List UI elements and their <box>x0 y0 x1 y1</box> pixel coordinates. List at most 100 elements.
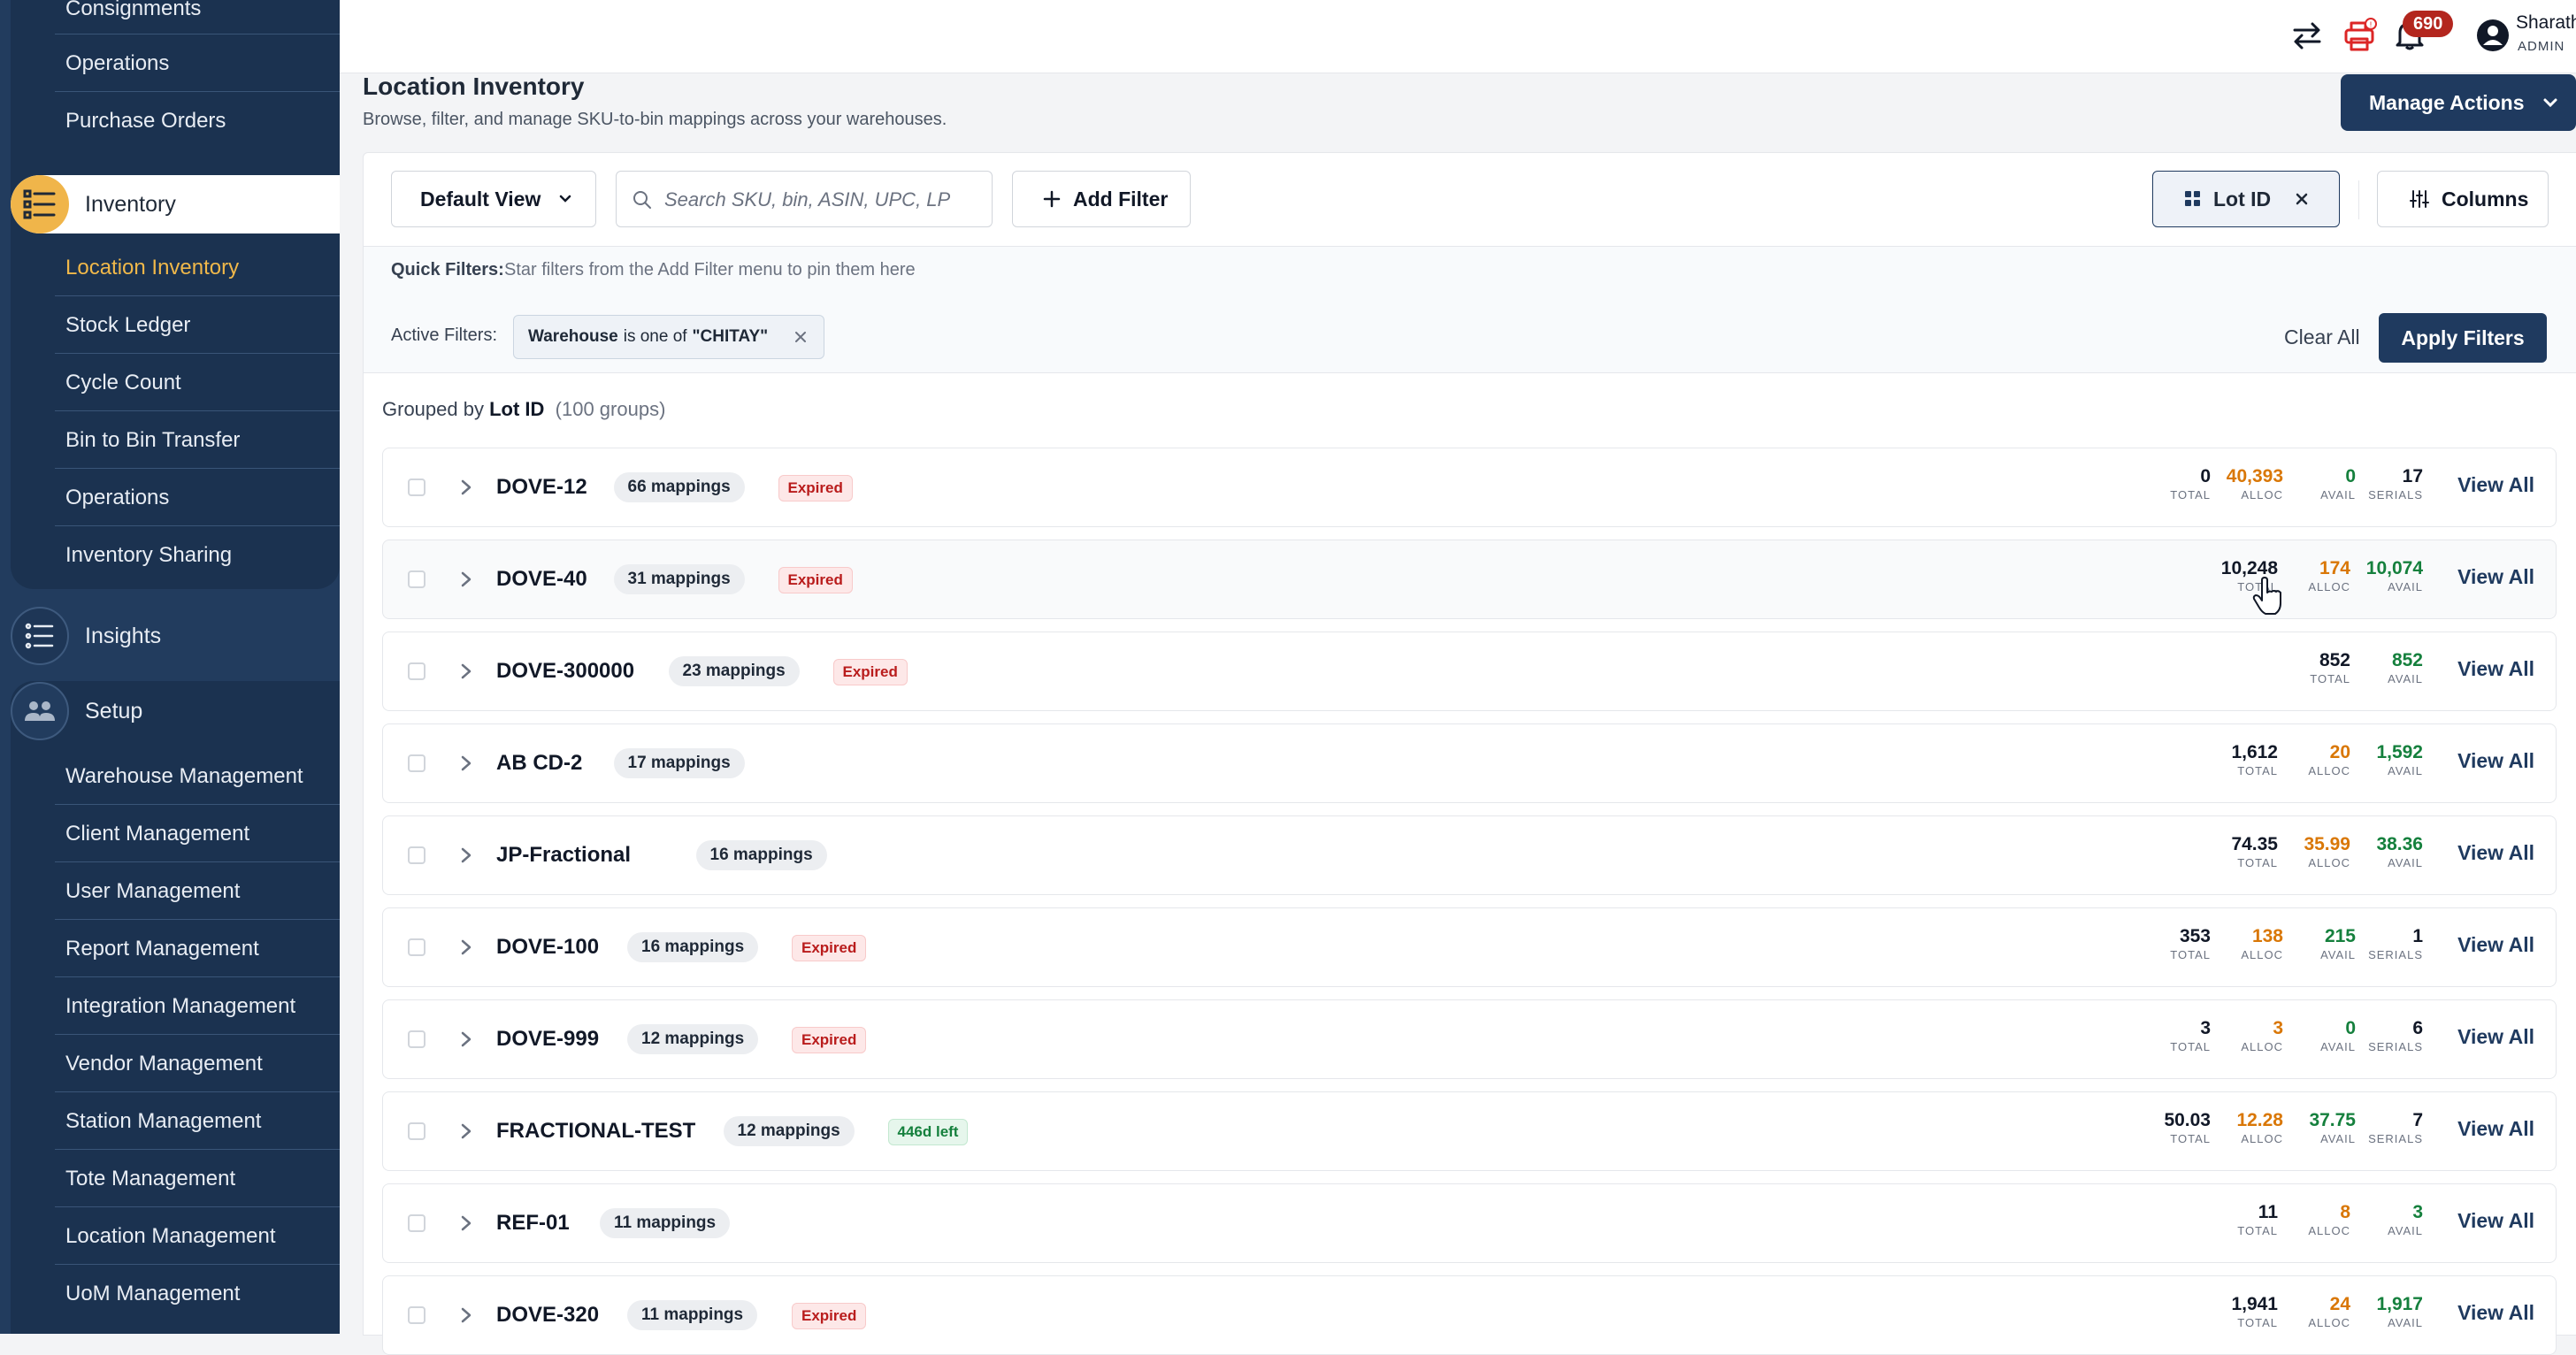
close-icon[interactable] <box>2296 193 2308 205</box>
apply-filters-button[interactable]: Apply Filters <box>2379 313 2547 363</box>
sidebar-item-location-management[interactable]: Location Management <box>65 1219 276 1254</box>
sidebar-divider <box>55 353 340 354</box>
chevron-right-icon[interactable] <box>454 1211 479 1236</box>
user-avatar-icon[interactable] <box>2475 18 2511 53</box>
group-row[interactable]: DOVE-320 11 mappings Expired 1,917 AVAIL 24 AL… <box>382 1275 2557 1355</box>
sidebar-item-bin-to-bin-transfer[interactable]: Bin to Bin Transfer <box>65 423 240 458</box>
view-all-button[interactable]: View All <box>2457 1301 2534 1325</box>
sidebar-item-integration-management[interactable]: Integration Management <box>65 989 295 1024</box>
sidebar-item-report-management[interactable]: Report Management <box>65 931 259 967</box>
sidebar-divider <box>55 295 340 296</box>
clear-all-button[interactable]: Clear All <box>2284 325 2360 349</box>
chevron-right-icon[interactable] <box>454 1303 479 1328</box>
row-checkbox[interactable] <box>408 938 426 956</box>
chevron-down-icon <box>560 195 571 203</box>
group-by-chip[interactable]: Lot ID <box>2152 171 2340 227</box>
close-icon[interactable] <box>794 331 807 343</box>
sidebar-item-inventory-sharing[interactable]: Inventory Sharing <box>65 538 232 573</box>
stat-value: 1,917 <box>2376 1294 2423 1314</box>
user-name[interactable]: Sharath <box>2516 12 2576 34</box>
sidebar-item-location-inventory[interactable]: Location Inventory <box>65 250 239 286</box>
sidebar-item-purchase-orders[interactable]: Purchase Orders <box>65 103 226 139</box>
chevron-right-icon[interactable] <box>454 751 479 776</box>
sidebar-item-vendor-management[interactable]: Vendor Management <box>65 1046 263 1082</box>
active-filters-label: Active Filters: <box>391 325 498 345</box>
group-row[interactable]: DOVE-100 16 mappings Expired 1 SERIALS 215 AVA… <box>382 907 2557 987</box>
stat-value: 852 <box>2319 650 2350 670</box>
view-all-button[interactable]: View All <box>2457 565 2534 589</box>
grid-icon <box>2185 191 2200 206</box>
chevron-right-icon[interactable] <box>454 843 479 868</box>
chevron-right-icon[interactable] <box>454 1027 479 1052</box>
group-row[interactable]: FRACTIONAL-TEST 12 mappings 446d left 7 SERI… <box>382 1091 2557 1171</box>
sidebar-item-station-management[interactable]: Station Management <box>65 1104 261 1139</box>
group-row[interactable]: JP-Fractional 16 mappings 38.36 AVAIL 35.99 A… <box>382 815 2557 895</box>
row-checkbox[interactable] <box>408 754 426 772</box>
group-row[interactable]: DOVE-40 31 mappings Expired 10,074 AVAIL 174 A… <box>382 540 2557 619</box>
stat-value: 353 <box>2179 926 2211 946</box>
sidebar-item-client-management[interactable]: Client Management <box>65 816 249 852</box>
row-checkbox[interactable] <box>408 1030 426 1048</box>
swap-icon[interactable] <box>2289 18 2325 53</box>
group-row[interactable]: DOVE-999 12 mappings Expired 6 SERIALS 0 AVAIL… <box>382 999 2557 1079</box>
chevron-right-icon[interactable] <box>454 475 479 500</box>
stat-total: 3 TOTAL <box>2170 1018 2211 1055</box>
sidebar-section-insights[interactable]: Insights <box>11 607 340 665</box>
manage-actions-button[interactable]: Manage Actions <box>2341 74 2576 131</box>
columns-button[interactable]: Columns <box>2377 171 2549 227</box>
view-selector-button[interactable]: Default View <box>391 171 596 227</box>
row-checkbox[interactable] <box>408 846 426 864</box>
stat-total: 74.35 TOTAL <box>2231 834 2278 871</box>
search-field[interactable] <box>616 171 993 228</box>
view-all-button[interactable]: View All <box>2457 933 2534 957</box>
chevron-right-icon[interactable] <box>454 567 479 592</box>
view-all-button[interactable]: View All <box>2457 657 2534 681</box>
row-checkbox[interactable] <box>408 1122 426 1140</box>
row-checkbox[interactable] <box>408 570 426 588</box>
stat-avail: 852 AVAIL <box>2388 650 2423 687</box>
row-checkbox[interactable] <box>408 478 426 496</box>
sidebar-section-setup[interactable]: Setup <box>11 682 340 740</box>
sidebar-item-inventory-operations[interactable]: Operations <box>65 480 169 516</box>
view-all-button[interactable]: View All <box>2457 1025 2534 1049</box>
sidebar-item-consignments[interactable]: Consignments <box>65 0 201 27</box>
active-filter-chip[interactable]: Warehouse is one of "CHITAY" <box>513 315 824 359</box>
view-all-button[interactable]: View All <box>2457 841 2534 865</box>
stat-avail: 0 AVAIL <box>2320 466 2356 503</box>
row-checkbox[interactable] <box>408 662 426 680</box>
stat-serials: 6 SERIALS <box>2368 1018 2423 1055</box>
stat-avail: 1,917 AVAIL <box>2376 1294 2423 1331</box>
chevron-right-icon[interactable] <box>454 935 479 960</box>
status-badge: Expired <box>832 659 908 685</box>
sidebar-section-inventory[interactable]: Inventory <box>11 175 340 233</box>
row-checkbox[interactable] <box>408 1214 426 1232</box>
chevron-right-icon[interactable] <box>454 659 479 684</box>
stat-total: 0 TOTAL <box>2170 466 2211 503</box>
view-all-button[interactable]: View All <box>2457 1209 2534 1233</box>
add-filter-label: Add Filter <box>1073 187 1169 211</box>
sidebar-item-cycle-count[interactable]: Cycle Count <box>65 365 181 401</box>
chevron-right-icon[interactable] <box>454 1119 479 1144</box>
row-checkbox[interactable] <box>408 1306 426 1324</box>
view-all-button[interactable]: View All <box>2457 1117 2534 1141</box>
view-all-button[interactable]: View All <box>2457 473 2534 497</box>
chevron-down-icon <box>2543 98 2557 108</box>
group-row[interactable]: DOVE-300000 23 mappings Expired 852 AVAIL 852… <box>382 632 2557 711</box>
quick-filters-hint: Star filters from the Add Filter menu to… <box>504 260 916 279</box>
group-row[interactable]: REF-01 11 mappings 3 AVAIL 8 ALLOC 11 TOTAL View… <box>382 1183 2557 1263</box>
sidebar-item-warehouse-management[interactable]: Warehouse Management <box>65 759 303 794</box>
sidebar-item-operations[interactable]: Operations <box>65 46 169 81</box>
view-all-button[interactable]: View All <box>2457 749 2534 773</box>
sidebar-item-uom-management[interactable]: UoM Management <box>65 1276 240 1312</box>
search-input[interactable] <box>663 172 985 228</box>
stat-value: 37.75 <box>2309 1110 2356 1130</box>
sidebar-item-tote-management[interactable]: Tote Management <box>65 1161 235 1197</box>
sidebar-item-user-management[interactable]: User Management <box>65 874 240 909</box>
printer-alert-icon[interactable]: ! <box>2342 18 2378 53</box>
add-filter-button[interactable]: Add Filter <box>1012 171 1191 227</box>
group-row[interactable]: DOVE-12 66 mappings Expired 17 SERIALS 0 AVAIL… <box>382 448 2557 527</box>
sidebar-item-stock-ledger[interactable]: Stock Ledger <box>65 308 190 343</box>
lot-id: FRACTIONAL-TEST <box>496 1119 696 1143</box>
group-row[interactable]: AB CD-2 17 mappings 1,592 AVAIL 20 ALLOC 1,612… <box>382 723 2557 803</box>
notification-count-badge[interactable]: 690 <box>2403 11 2454 37</box>
